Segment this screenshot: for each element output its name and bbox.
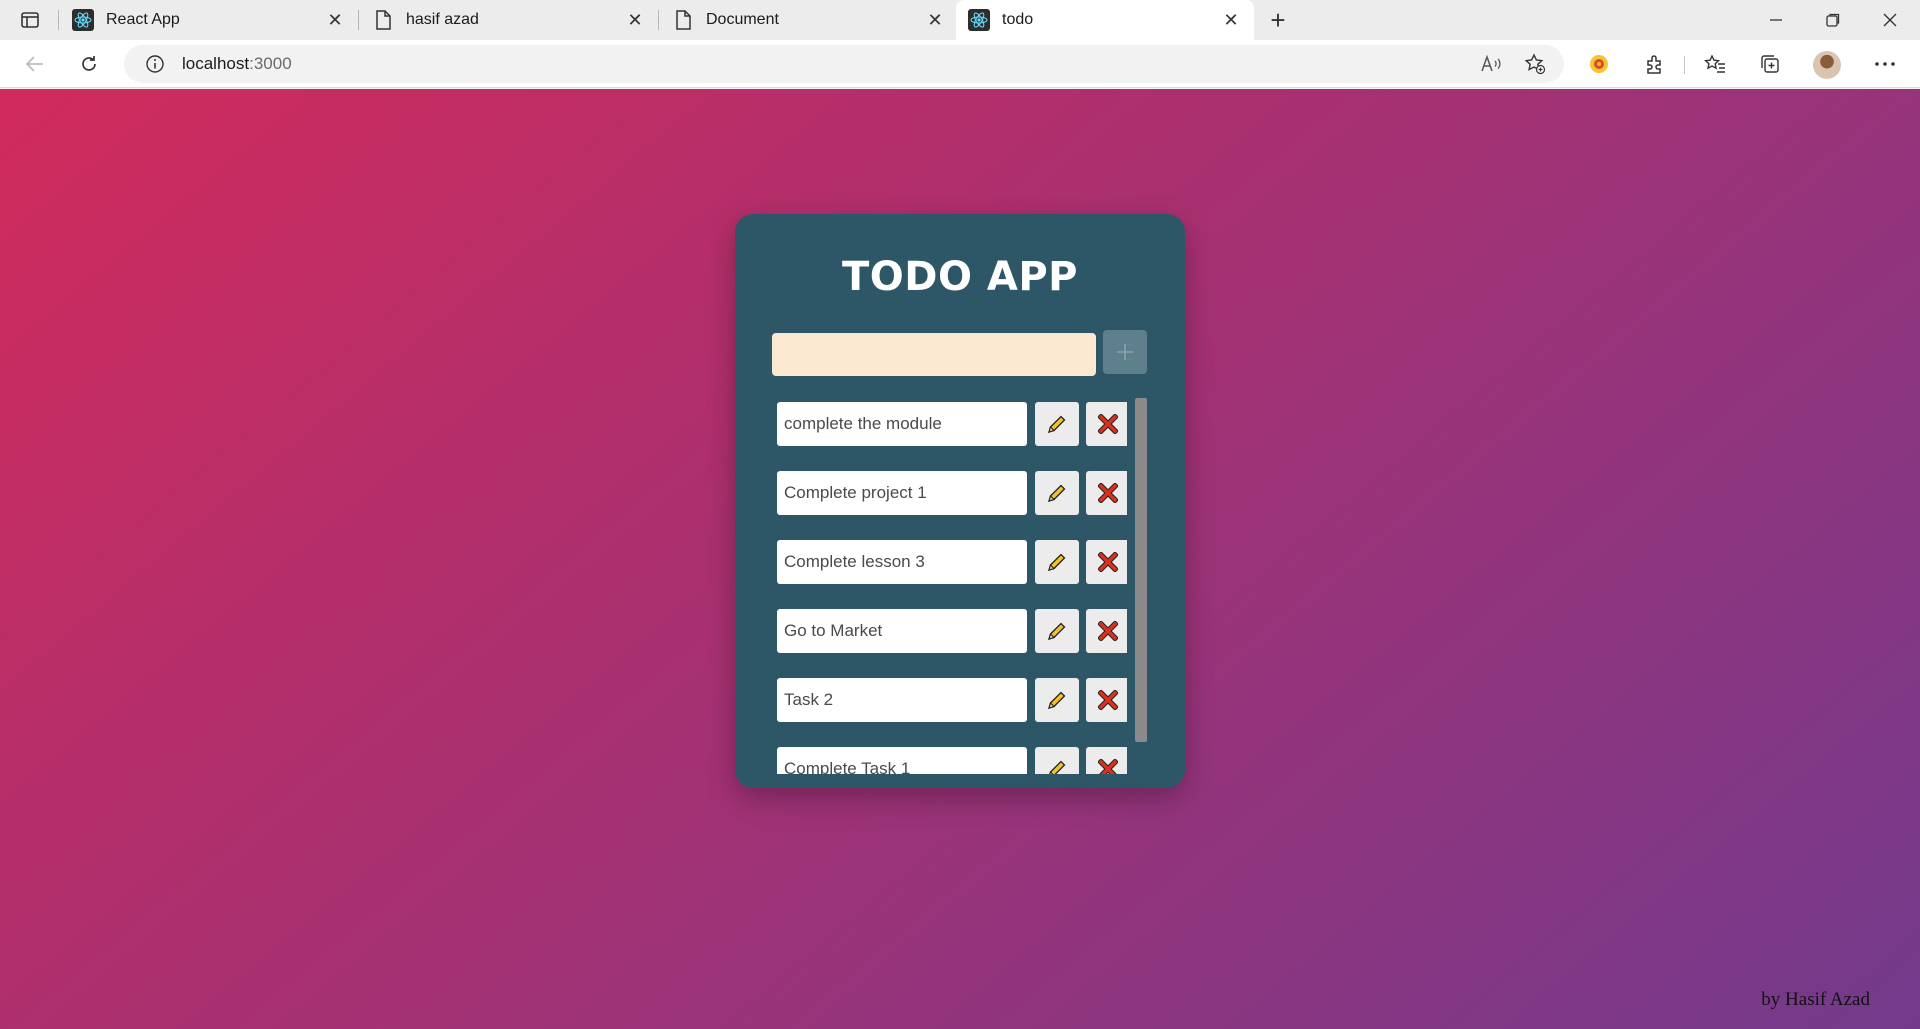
tab-title: React App <box>106 11 180 28</box>
pencil-icon <box>1048 484 1066 502</box>
todo-card: TODO APP complete the module Complete pr… <box>735 214 1185 788</box>
delete-button[interactable] <box>1086 609 1127 653</box>
todo-item: Go to Market <box>777 609 1127 653</box>
edit-button[interactable] <box>1035 609 1079 653</box>
tab-todo[interactable]: todo ✕ <box>956 0 1254 40</box>
todo-text[interactable]: Complete project 1 <box>777 471 1027 515</box>
new-todo-input[interactable] <box>772 333 1096 376</box>
tab-separator <box>658 10 659 30</box>
tab-document[interactable]: Document ✕ <box>660 0 958 40</box>
url-field[interactable]: localhost:3000 <box>124 45 1564 83</box>
restore-icon[interactable] <box>1813 6 1853 34</box>
extension-colorful-icon[interactable] <box>1584 50 1614 78</box>
collections-icon[interactable] <box>1755 50 1785 78</box>
edit-button[interactable] <box>1035 540 1079 584</box>
url-text: localhost:3000 <box>182 54 292 74</box>
more-options-icon[interactable] <box>1870 50 1900 78</box>
todo-item: Complete Task 1 <box>777 747 1127 774</box>
todo-text[interactable]: complete the module <box>777 402 1027 446</box>
page-icon <box>672 9 694 31</box>
delete-button[interactable] <box>1086 747 1127 774</box>
toolbar-separator <box>1684 56 1685 74</box>
delete-button[interactable] <box>1086 402 1127 446</box>
pencil-icon <box>1049 760 1066 774</box>
tab-title: hasif azad <box>406 11 479 28</box>
close-icon[interactable]: ✕ <box>1220 9 1242 31</box>
delete-button[interactable] <box>1086 678 1127 722</box>
page-icon <box>372 9 394 31</box>
minimize-icon[interactable] <box>1756 6 1796 34</box>
cross-icon <box>1098 414 1118 434</box>
close-icon[interactable]: ✕ <box>324 9 346 31</box>
scrollbar-thumb[interactable] <box>1135 398 1147 742</box>
pencil-icon <box>1048 553 1066 571</box>
todo-item: Complete lesson 3 <box>777 540 1127 584</box>
todo-text[interactable]: Go to Market <box>777 609 1027 653</box>
edit-button[interactable] <box>1035 471 1079 515</box>
close-icon[interactable]: ✕ <box>924 9 946 31</box>
tab-title: todo <box>1002 11 1034 28</box>
react-icon <box>968 9 990 31</box>
url-port: :3000 <box>249 54 292 73</box>
author-credit: by Hasif Azad <box>1761 989 1870 1010</box>
plus-icon <box>1117 344 1133 360</box>
url-host: localhost <box>182 54 250 73</box>
todo-item: Task 2 <box>777 678 1127 722</box>
page-viewport: TODO APP complete the module Complete pr… <box>0 89 1920 1029</box>
edit-button[interactable] <box>1035 402 1079 446</box>
pencil-icon <box>1048 622 1066 640</box>
todo-text[interactable]: Complete Task 1 <box>777 747 1027 774</box>
cross-icon <box>1098 483 1118 503</box>
cross-icon <box>1098 759 1118 774</box>
delete-button[interactable] <box>1086 471 1127 515</box>
todo-list[interactable]: complete the module Complete project 1 C… <box>777 402 1127 774</box>
tab-separator <box>58 10 59 30</box>
tab-title: Document <box>706 11 779 28</box>
cross-icon <box>1098 690 1118 710</box>
info-icon[interactable] <box>142 51 168 77</box>
todo-text[interactable]: Task 2 <box>777 678 1027 722</box>
todo-text[interactable]: Complete lesson 3 <box>777 540 1027 584</box>
tab-strip: React App ✕ hasif azad ✕ Document ✕ todo… <box>0 0 1920 40</box>
pencil-icon <box>1048 691 1066 709</box>
cross-icon <box>1098 621 1118 641</box>
tab-separator <box>358 10 359 30</box>
back-icon[interactable] <box>20 50 50 78</box>
delete-button[interactable] <box>1086 540 1127 584</box>
close-window-icon[interactable] <box>1870 6 1910 34</box>
refresh-icon[interactable] <box>74 50 104 78</box>
cross-icon <box>1098 552 1118 572</box>
edit-button[interactable] <box>1035 678 1079 722</box>
new-tab-icon[interactable]: + <box>1264 5 1292 35</box>
profile-avatar[interactable] <box>1813 51 1841 79</box>
tab-react-app[interactable]: React App ✕ <box>60 0 358 40</box>
close-icon[interactable]: ✕ <box>624 9 646 31</box>
add-favorite-icon[interactable] <box>1520 50 1550 78</box>
react-icon <box>72 9 94 31</box>
tab-actions-icon[interactable] <box>16 8 44 32</box>
address-bar: localhost:3000 <box>0 40 1920 88</box>
app-title: TODO APP <box>841 254 1078 300</box>
read-aloud-icon[interactable] <box>1476 50 1506 78</box>
todo-item: complete the module <box>777 402 1127 446</box>
favorites-icon[interactable] <box>1700 50 1730 78</box>
add-todo-button[interactable] <box>1103 330 1147 374</box>
tab-hasif-azad[interactable]: hasif azad ✕ <box>360 0 658 40</box>
edit-button[interactable] <box>1035 747 1079 774</box>
todo-item: Complete project 1 <box>777 471 1127 515</box>
extensions-icon[interactable] <box>1640 50 1670 78</box>
pencil-icon <box>1048 415 1066 433</box>
